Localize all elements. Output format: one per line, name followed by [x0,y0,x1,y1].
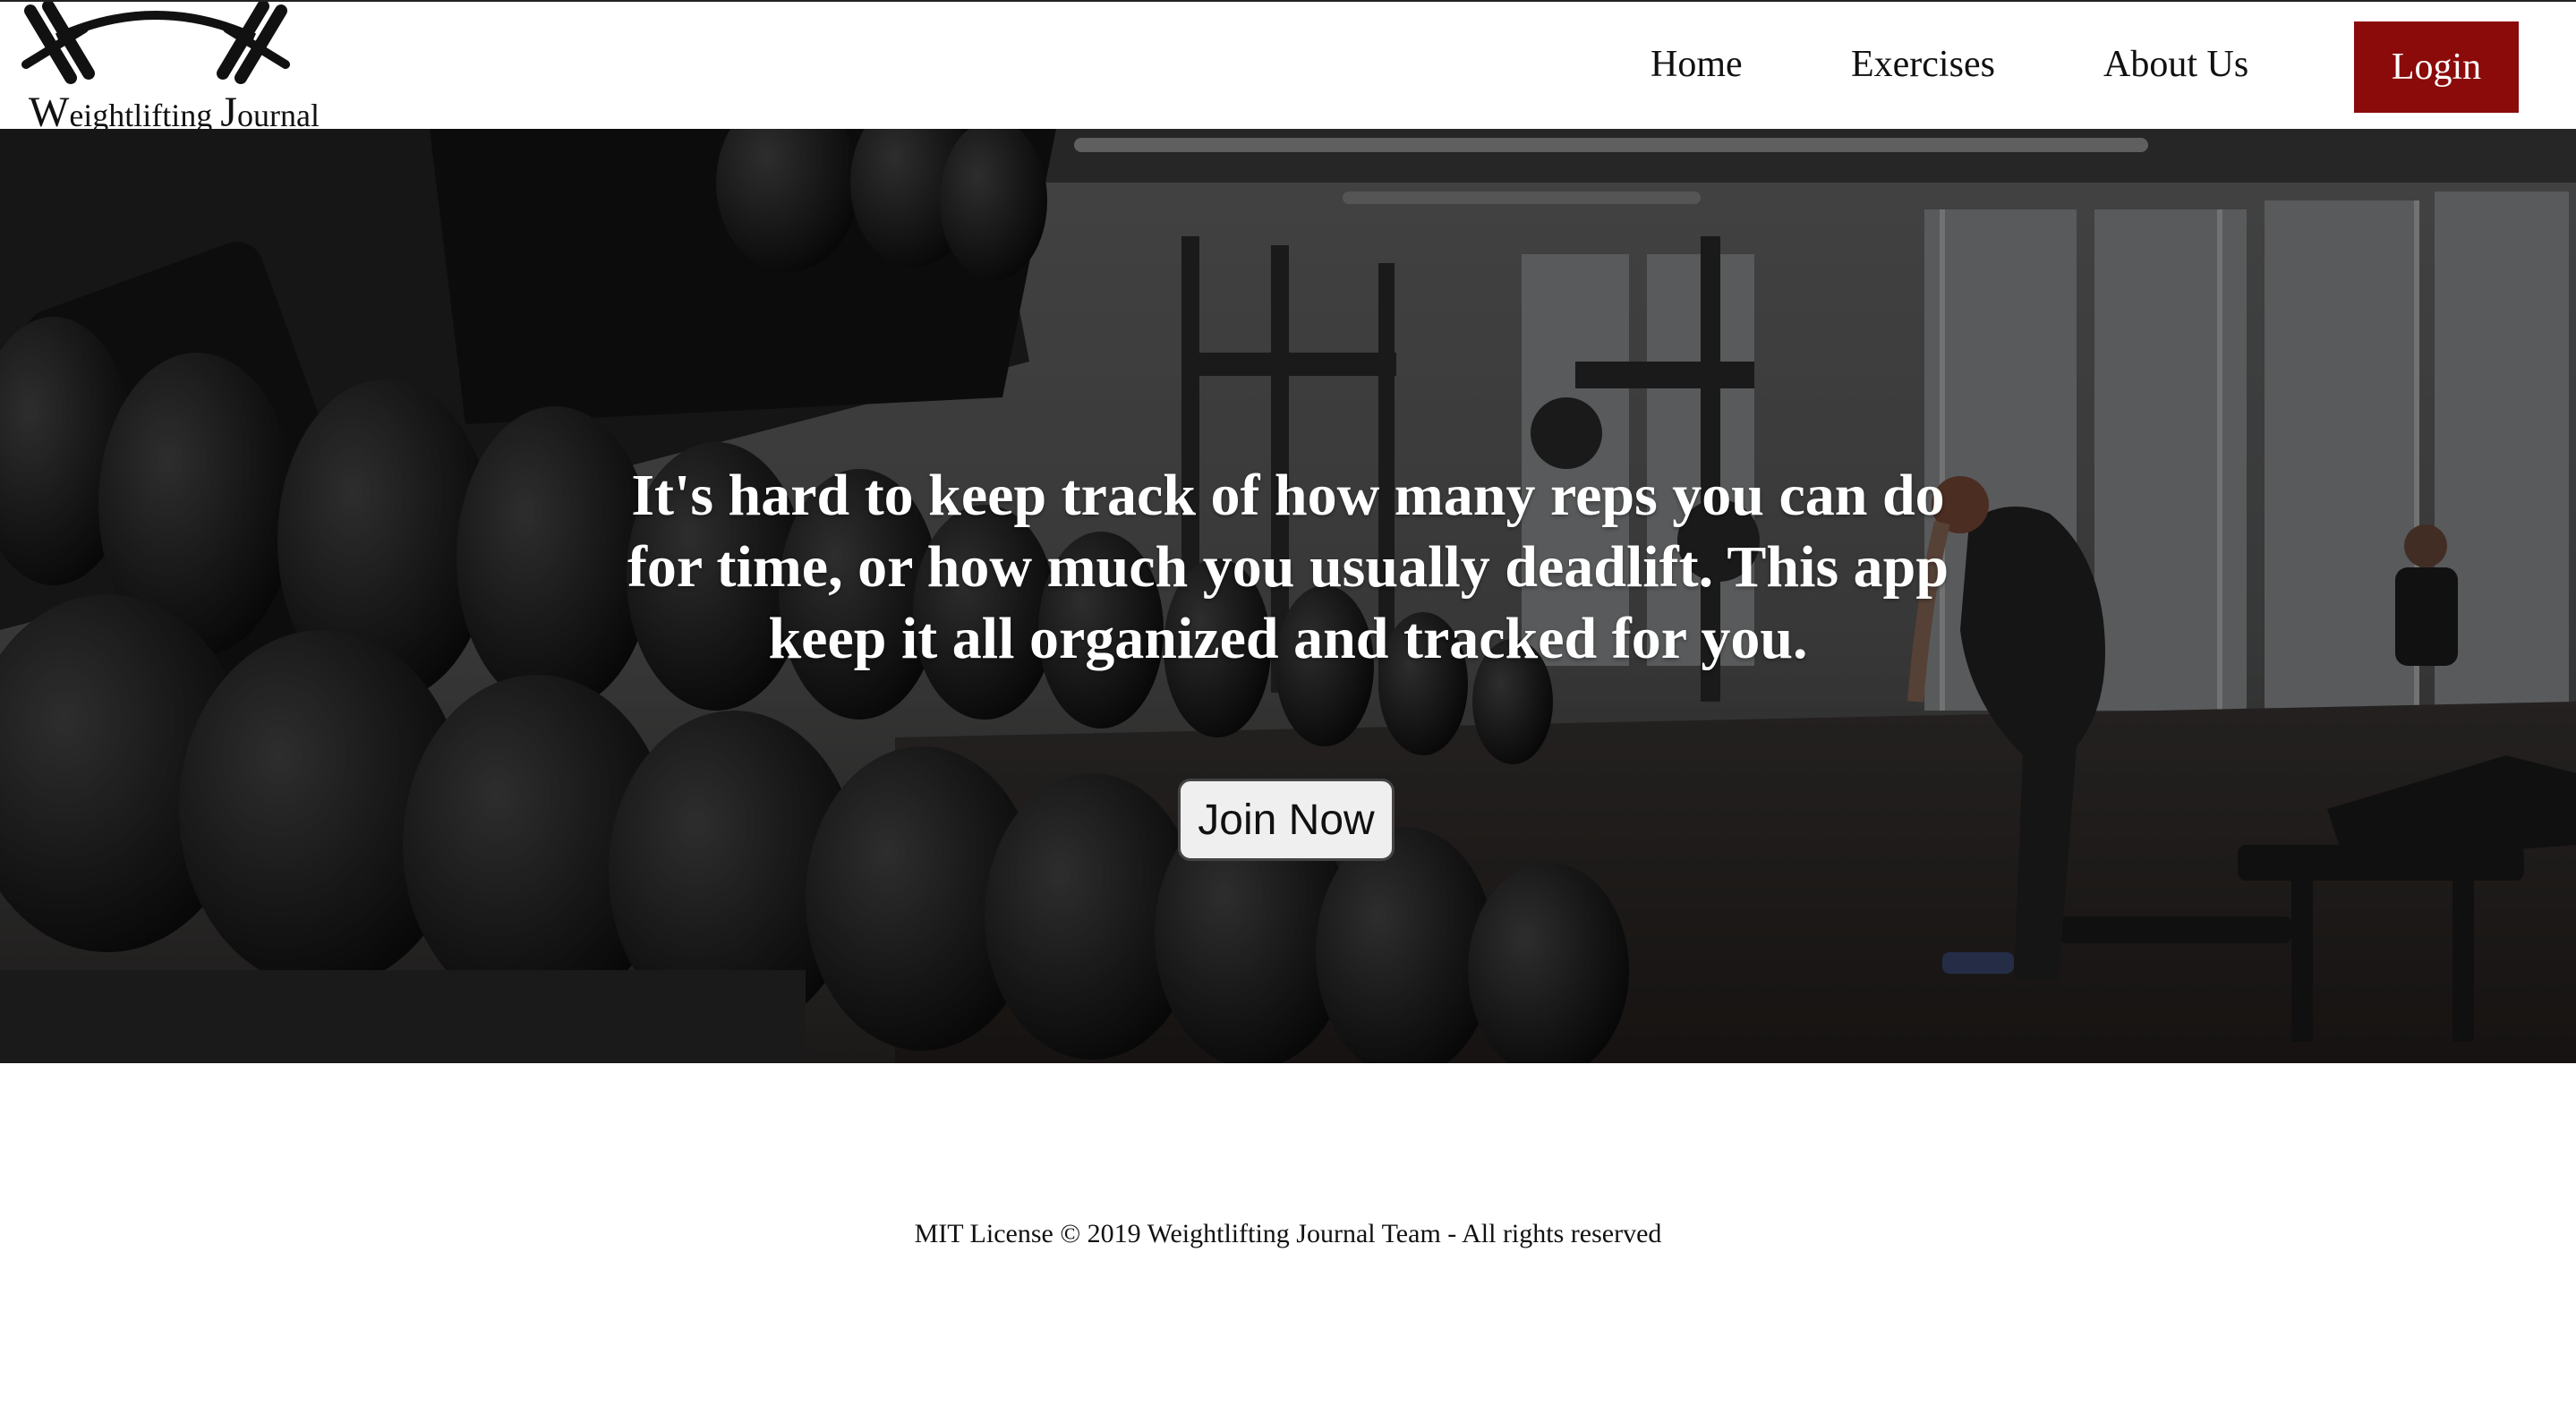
brand-word-2: ournal [236,98,320,133]
login-button[interactable]: Login [2354,21,2519,113]
footer-copyright: MIT License © 2019 Weightlifting Journal… [914,1219,1662,1248]
brand-logo[interactable]: Weightlifting Journal [21,2,320,136]
brand-word-1: eightlifting [69,98,213,133]
nav-exercises[interactable]: Exercises [1851,43,1995,86]
barbell-icon [21,2,290,84]
hero-section: It's hard to keep track of how many reps… [0,129,2576,1063]
join-now-button[interactable]: Join Now [1178,779,1395,861]
nav-about-us[interactable]: About Us [2103,43,2248,86]
site-header: Weightlifting Journal Home Exercises Abo… [0,2,2576,136]
nav-home[interactable]: Home [1651,43,1743,86]
hero-headline: It's hard to keep track of how many reps… [627,463,1949,671]
